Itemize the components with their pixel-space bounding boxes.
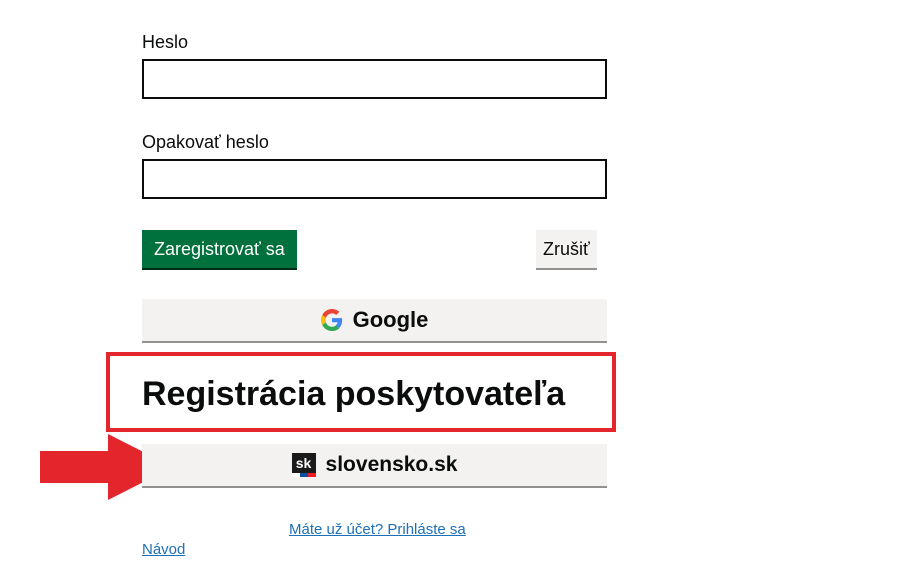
google-login-button[interactable]: Google — [142, 299, 607, 341]
password-label: Heslo — [142, 32, 189, 52]
slovensko-sk-logo: sk — [291, 453, 316, 477]
register-button[interactable]: Zaregistrovať sa — [142, 230, 297, 268]
google-g-icon — [320, 309, 343, 331]
repeat-password-label: Opakovať heslo — [142, 132, 269, 152]
slovensko-sk-button-label: slovensko.sk — [325, 453, 458, 476]
provider-registration-heading: Registrácia poskytovateľa — [142, 375, 566, 413]
google-button-label: Google — [352, 307, 429, 332]
slovensko-sk-button[interactable]: sk slovensko.sk — [142, 444, 607, 486]
guide-link[interactable]: Návod — [142, 541, 185, 558]
password-input[interactable] — [142, 59, 607, 99]
login-link[interactable]: Máte už účet? Prihláste sa — [289, 521, 466, 538]
cancel-button[interactable]: Zrušiť — [536, 230, 597, 268]
repeat-password-input[interactable] — [142, 159, 607, 199]
